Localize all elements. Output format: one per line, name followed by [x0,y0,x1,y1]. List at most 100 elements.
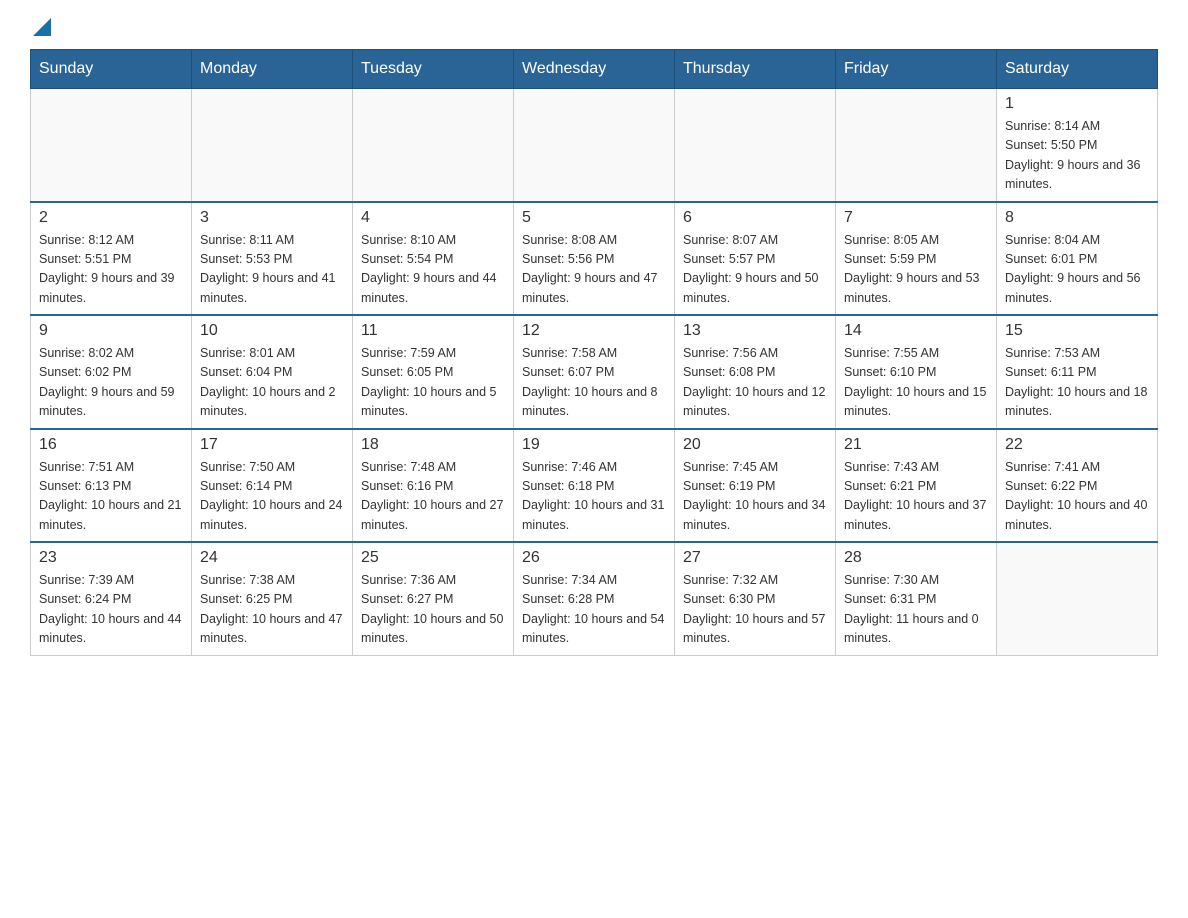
day-info: Sunrise: 7:32 AM Sunset: 6:30 PM Dayligh… [683,571,827,649]
weekday-header-saturday: Saturday [997,50,1158,89]
calendar-week-row-5: 23 Sunrise: 7:39 AM Sunset: 6:24 PM Dayli… [31,542,1158,655]
weekday-header-friday: Friday [836,50,997,89]
calendar-cell: 18 Sunrise: 7:48 AM Sunset: 6:16 PM Dayli… [353,429,514,543]
calendar-week-row-2: 2 Sunrise: 8:12 AM Sunset: 5:51 PM Daylig… [31,202,1158,316]
calendar-cell: 22Sunrise: 7:41 AM Sunset: 6:22 PM Dayli… [997,429,1158,543]
calendar-cell: 20 Sunrise: 7:45 AM Sunset: 6:19 PM Dayli… [675,429,836,543]
day-info: Sunrise: 7:34 AM Sunset: 6:28 PM Dayligh… [522,571,666,649]
day-info: Sunrise: 8:02 AM Sunset: 6:02 PM Dayligh… [39,344,183,422]
calendar-cell: 13 Sunrise: 7:56 AM Sunset: 6:08 PM Dayli… [675,315,836,429]
day-number: 22 [1005,436,1149,454]
calendar-cell: 28 Sunrise: 7:30 AM Sunset: 6:31 PM Dayli… [836,542,997,655]
calendar-week-row-4: 16Sunrise: 7:51 AM Sunset: 6:13 PM Dayli… [31,429,1158,543]
day-number: 20 [683,436,827,454]
calendar-cell: 4 Sunrise: 8:10 AM Sunset: 5:54 PM Daylig… [353,202,514,316]
day-info: Sunrise: 8:08 AM Sunset: 5:56 PM Dayligh… [522,231,666,309]
day-number: 7 [844,209,988,227]
day-number: 13 [683,322,827,340]
day-number: 17 [200,436,344,454]
calendar-cell: 11 Sunrise: 7:59 AM Sunset: 6:05 PM Dayli… [353,315,514,429]
weekday-header-wednesday: Wednesday [514,50,675,89]
calendar-cell [353,89,514,202]
day-number: 24 [200,549,344,567]
weekday-header-monday: Monday [192,50,353,89]
day-info: Sunrise: 8:05 AM Sunset: 5:59 PM Dayligh… [844,231,988,309]
calendar-cell: 17 Sunrise: 7:50 AM Sunset: 6:14 PM Dayli… [192,429,353,543]
calendar-cell: 12 Sunrise: 7:58 AM Sunset: 6:07 PM Dayli… [514,315,675,429]
day-info: Sunrise: 8:01 AM Sunset: 6:04 PM Dayligh… [200,344,344,422]
day-number: 18 [361,436,505,454]
day-number: 19 [522,436,666,454]
calendar-cell: 25 Sunrise: 7:36 AM Sunset: 6:27 PM Dayli… [353,542,514,655]
day-number: 23 [39,549,183,567]
calendar-cell: 21Sunrise: 7:43 AM Sunset: 6:21 PM Dayli… [836,429,997,543]
day-number: 15 [1005,322,1149,340]
day-info: Sunrise: 7:55 AM Sunset: 6:10 PM Dayligh… [844,344,988,422]
day-number: 26 [522,549,666,567]
calendar-cell: 19 Sunrise: 7:46 AM Sunset: 6:18 PM Dayli… [514,429,675,543]
calendar-cell: 9 Sunrise: 8:02 AM Sunset: 6:02 PM Daylig… [31,315,192,429]
day-number: 28 [844,549,988,567]
day-number: 3 [200,209,344,227]
day-number: 8 [1005,209,1149,227]
day-number: 5 [522,209,666,227]
weekday-header-tuesday: Tuesday [353,50,514,89]
weekday-header-row: SundayMondayTuesdayWednesdayThursdayFrid… [31,50,1158,89]
day-number: 27 [683,549,827,567]
calendar-cell: 23 Sunrise: 7:39 AM Sunset: 6:24 PM Dayli… [31,542,192,655]
calendar-cell [514,89,675,202]
calendar-cell: 5 Sunrise: 8:08 AM Sunset: 5:56 PM Daylig… [514,202,675,316]
weekday-header-sunday: Sunday [31,50,192,89]
day-info: Sunrise: 7:56 AM Sunset: 6:08 PM Dayligh… [683,344,827,422]
calendar-cell: 6Sunrise: 8:07 AM Sunset: 5:57 PM Daylig… [675,202,836,316]
calendar-cell: 27 Sunrise: 7:32 AM Sunset: 6:30 PM Dayli… [675,542,836,655]
day-info: Sunrise: 7:51 AM Sunset: 6:13 PM Dayligh… [39,458,183,536]
day-info: Sunrise: 7:39 AM Sunset: 6:24 PM Dayligh… [39,571,183,649]
day-info: Sunrise: 7:30 AM Sunset: 6:31 PM Dayligh… [844,571,988,649]
page-header [30,20,1158,39]
calendar-cell: 26 Sunrise: 7:34 AM Sunset: 6:28 PM Dayli… [514,542,675,655]
day-number: 12 [522,322,666,340]
day-number: 6 [683,209,827,227]
day-number: 4 [361,209,505,227]
day-info: Sunrise: 7:59 AM Sunset: 6:05 PM Dayligh… [361,344,505,422]
day-info: Sunrise: 8:12 AM Sunset: 5:51 PM Dayligh… [39,231,183,309]
calendar-cell: 15 Sunrise: 7:53 AM Sunset: 6:11 PM Dayli… [997,315,1158,429]
day-info: Sunrise: 7:38 AM Sunset: 6:25 PM Dayligh… [200,571,344,649]
weekday-header-thursday: Thursday [675,50,836,89]
calendar-cell: 3 Sunrise: 8:11 AM Sunset: 5:53 PM Daylig… [192,202,353,316]
day-number: 11 [361,322,505,340]
calendar-cell [192,89,353,202]
day-number: 2 [39,209,183,227]
calendar-cell: 8 Sunrise: 8:04 AM Sunset: 6:01 PM Daylig… [997,202,1158,316]
calendar-cell: 24 Sunrise: 7:38 AM Sunset: 6:25 PM Dayli… [192,542,353,655]
day-info: Sunrise: 8:04 AM Sunset: 6:01 PM Dayligh… [1005,231,1149,309]
calendar-cell: 7 Sunrise: 8:05 AM Sunset: 5:59 PM Daylig… [836,202,997,316]
day-info: Sunrise: 7:53 AM Sunset: 6:11 PM Dayligh… [1005,344,1149,422]
day-info: Sunrise: 7:48 AM Sunset: 6:16 PM Dayligh… [361,458,505,536]
calendar-cell: 16Sunrise: 7:51 AM Sunset: 6:13 PM Dayli… [31,429,192,543]
calendar-week-row-3: 9 Sunrise: 8:02 AM Sunset: 6:02 PM Daylig… [31,315,1158,429]
logo [30,20,51,39]
calendar-cell: 1 Sunrise: 8:14 AM Sunset: 5:50 PM Daylig… [997,89,1158,202]
day-number: 1 [1005,95,1149,113]
day-info: Sunrise: 8:11 AM Sunset: 5:53 PM Dayligh… [200,231,344,309]
calendar-cell [836,89,997,202]
day-info: Sunrise: 7:43 AM Sunset: 6:21 PM Dayligh… [844,458,988,536]
day-info: Sunrise: 8:10 AM Sunset: 5:54 PM Dayligh… [361,231,505,309]
calendar-cell [997,542,1158,655]
day-info: Sunrise: 7:58 AM Sunset: 6:07 PM Dayligh… [522,344,666,422]
day-info: Sunrise: 7:46 AM Sunset: 6:18 PM Dayligh… [522,458,666,536]
calendar-cell: 14 Sunrise: 7:55 AM Sunset: 6:10 PM Dayli… [836,315,997,429]
day-info: Sunrise: 7:36 AM Sunset: 6:27 PM Dayligh… [361,571,505,649]
day-number: 14 [844,322,988,340]
logo-arrow-icon [33,18,51,36]
day-number: 25 [361,549,505,567]
day-info: Sunrise: 8:14 AM Sunset: 5:50 PM Dayligh… [1005,117,1149,195]
calendar-cell: 2 Sunrise: 8:12 AM Sunset: 5:51 PM Daylig… [31,202,192,316]
day-info: Sunrise: 7:45 AM Sunset: 6:19 PM Dayligh… [683,458,827,536]
day-number: 9 [39,322,183,340]
calendar-table: SundayMondayTuesdayWednesdayThursdayFrid… [30,49,1158,656]
day-number: 10 [200,322,344,340]
day-info: Sunrise: 7:50 AM Sunset: 6:14 PM Dayligh… [200,458,344,536]
